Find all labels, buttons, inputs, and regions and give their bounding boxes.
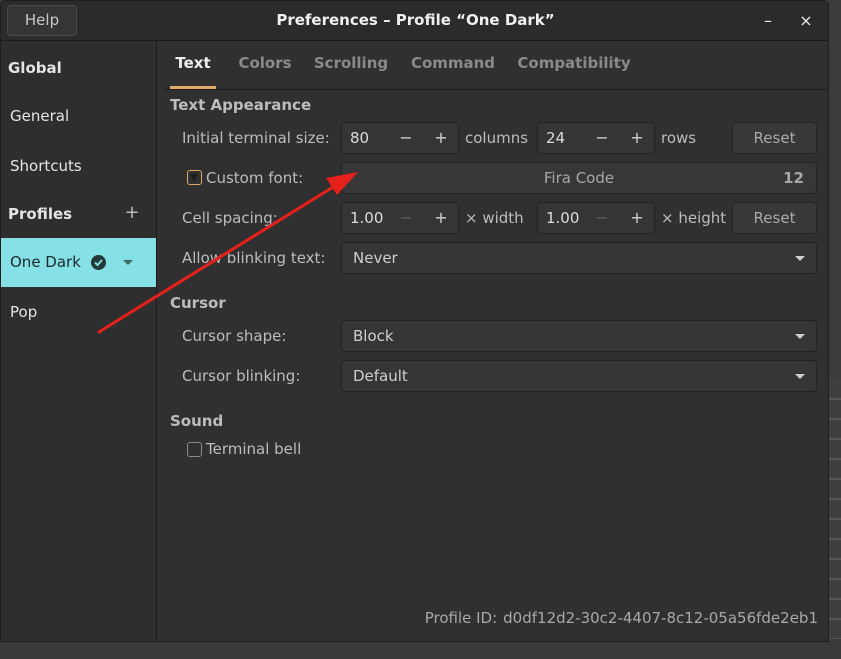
cursor-blinking-value: Default: [353, 367, 408, 385]
cell-width-unit: × width: [465, 209, 524, 227]
custom-font-label[interactable]: Custom font:: [206, 169, 303, 187]
columns-decrement-icon[interactable]: −: [396, 128, 416, 147]
sidebar-item-profile-pop[interactable]: Pop: [1, 288, 156, 336]
blinking-text-label: Allow blinking text:: [182, 249, 326, 267]
tab-compatibility[interactable]: Compatibility: [516, 47, 632, 89]
font-name: Fira Code: [543, 169, 615, 187]
custom-font-checkbox[interactable]: [187, 170, 202, 185]
section-title-text-appearance: Text Appearance: [170, 96, 312, 114]
blinking-text-dropdown[interactable]: Never: [341, 242, 817, 274]
tab-command[interactable]: Command: [410, 47, 496, 89]
section-title-sound: Sound: [170, 412, 224, 430]
sidebar: Global General Shortcuts Profiles + One …: [1, 41, 157, 641]
profile-id: Profile ID: d0df12d2-30c2-4407-8c12-05a56…: [425, 609, 818, 627]
add-profile-icon[interactable]: +: [122, 202, 142, 223]
dropdown-caret-icon: [795, 334, 805, 339]
dropdown-caret-icon: [795, 256, 805, 261]
profile-id-value: d0df12d2-30c2-4407-8c12-05a56fde2eb1: [503, 609, 818, 627]
preferences-content: Text Colors Scrolling Command Compatibil…: [158, 41, 828, 641]
rows-value: 24: [546, 129, 566, 147]
cell-width-value: 1.00: [350, 209, 384, 227]
close-icon[interactable]: ×: [796, 11, 816, 31]
font-chooser-button[interactable]: Fira Code 12: [341, 162, 817, 194]
cursor-shape-label: Cursor shape:: [182, 327, 287, 345]
cell-width-increment-icon[interactable]: +: [431, 208, 451, 227]
reset-size-button[interactable]: Reset: [732, 122, 817, 154]
sidebar-item-shortcuts[interactable]: Shortcuts: [1, 142, 156, 190]
sidebar-item-profile-one-dark[interactable]: One Dark: [1, 238, 156, 287]
cursor-blinking-label: Cursor blinking:: [182, 367, 301, 385]
tab-bar: Text Colors Scrolling Command Compatibil…: [164, 47, 828, 90]
tab-text[interactable]: Text: [170, 47, 216, 89]
rows-decrement-icon[interactable]: −: [592, 128, 612, 147]
cell-height-increment-icon[interactable]: +: [627, 208, 647, 227]
profile-menu-chevron-icon[interactable]: [123, 260, 133, 265]
dropdown-caret-icon: [795, 374, 805, 379]
cell-height-value: 1.00: [546, 209, 580, 227]
columns-increment-icon[interactable]: +: [431, 128, 451, 147]
cell-height-unit: × height: [661, 209, 727, 227]
columns-value: 80: [350, 129, 370, 147]
cell-width-spinbutton[interactable]: 1.00 − +: [341, 202, 459, 234]
rows-spinbutton[interactable]: 24 − +: [537, 122, 655, 154]
cursor-shape-dropdown[interactable]: Block: [341, 320, 817, 352]
cell-spacing-label: Cell spacing:: [182, 209, 278, 227]
terminal-bell-label[interactable]: Terminal bell: [206, 440, 301, 458]
rows-increment-icon[interactable]: +: [627, 128, 647, 147]
cursor-blinking-dropdown[interactable]: Default: [341, 360, 817, 392]
cell-width-decrement-icon[interactable]: −: [396, 208, 416, 227]
section-title-cursor: Cursor: [170, 294, 226, 312]
rows-unit: rows: [661, 129, 697, 147]
window-title: Preferences – Profile “One Dark”: [276, 11, 555, 29]
minimize-icon[interactable]: –: [758, 11, 778, 31]
cursor-shape-value: Block: [353, 327, 394, 345]
title-bar[interactable]: Help Preferences – Profile “One Dark” – …: [1, 1, 828, 41]
profile-id-label: Profile ID:: [424, 609, 498, 627]
sidebar-header-global: Global: [8, 59, 62, 77]
sidebar-item-general[interactable]: General: [1, 92, 156, 140]
cell-height-spinbutton[interactable]: 1.00 − +: [537, 202, 655, 234]
cell-height-decrement-icon[interactable]: −: [592, 208, 612, 227]
profile-label: One Dark: [10, 253, 81, 271]
columns-spinbutton[interactable]: 80 − +: [341, 122, 459, 154]
default-profile-check-icon: [91, 255, 106, 270]
blinking-text-value: Never: [353, 249, 398, 267]
terminal-bell-checkbox[interactable]: [187, 442, 202, 457]
desktop-window-edge: [827, 380, 841, 659]
tab-scrolling[interactable]: Scrolling: [312, 47, 390, 89]
profiles-header-label: Profiles: [8, 205, 73, 223]
font-size: 12: [783, 169, 804, 187]
columns-unit: columns: [465, 129, 529, 147]
desktop-bottom-strip: [0, 639, 841, 659]
reset-spacing-button[interactable]: Reset: [732, 202, 817, 234]
initial-size-label: Initial terminal size:: [182, 129, 330, 147]
tab-colors[interactable]: Colors: [234, 47, 296, 89]
preferences-window: Help Preferences – Profile “One Dark” – …: [0, 0, 829, 642]
